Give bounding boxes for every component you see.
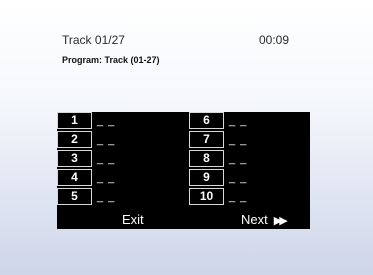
elapsed-time: 00:09 [259, 33, 290, 47]
track-counter: Track 01/27 [62, 33, 125, 47]
slot-value: _ _ [97, 191, 116, 203]
slot-number: 8 [189, 150, 224, 167]
program-label: Program: Track (01-27) [62, 55, 160, 65]
slot-value: _ _ [229, 115, 248, 127]
slot-number: 6 [189, 112, 224, 129]
slot-number: 2 [57, 131, 92, 148]
slot-number: 4 [57, 169, 92, 186]
next-label: Next [241, 212, 268, 227]
slot-number: 10 [189, 188, 224, 205]
slot-number: 3 [57, 150, 92, 167]
slot-value: _ _ [97, 134, 116, 146]
slot-number: 9 [189, 169, 224, 186]
slot-value: _ _ [97, 153, 116, 165]
next-button[interactable]: Next ▶▶ [241, 212, 288, 227]
slot-value: _ _ [229, 153, 248, 165]
slot-number: 5 [57, 188, 92, 205]
slot-number: 7 [189, 131, 224, 148]
program-grid: 1 _ _ 2 _ _ 3 _ _ 4 _ _ 5 _ _ 6 _ _ 7 _ … [57, 112, 310, 209]
slot-value: _ _ [229, 134, 248, 146]
slot-number: 1 [57, 112, 92, 129]
slot-value: _ _ [97, 115, 116, 127]
slot-value: _ _ [229, 172, 248, 184]
exit-button[interactable]: Exit [122, 212, 144, 227]
slot-value: _ _ [229, 191, 248, 203]
program-screen: Track 01/27 00:09 Program: Track (01-27)… [0, 0, 373, 275]
fast-forward-icon: ▶▶ [273, 215, 288, 227]
slot-value: _ _ [97, 172, 116, 184]
